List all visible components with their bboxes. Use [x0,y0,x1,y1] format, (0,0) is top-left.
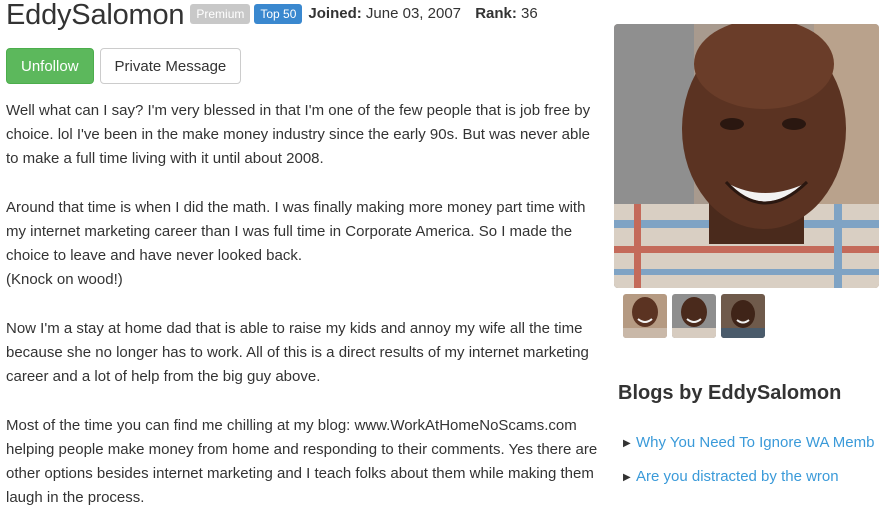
blog-list-item: ▶ Why You Need To Ignore WA Memb [623,431,879,456]
photo-thumbnail[interactable] [721,294,765,338]
top-rank-badge: Top 50 [254,4,303,24]
profile-bio: Well what can I say? I'm very blessed in… [6,99,606,510]
joined-info: Joined: June 03, 2007 Rank: 36 [308,5,537,22]
profile-username: EddySalomon [6,0,185,31]
rank-value: 36 [521,5,538,22]
blog-list: ▶ Why You Need To Ignore WA Memb ▶ Are y… [623,431,879,490]
blogs-heading: Blogs by EddySalomon [618,382,842,404]
caret-right-icon: ▶ [623,472,631,483]
joined-label: Joined: [308,5,362,22]
unfollow-button[interactable]: Unfollow [6,48,94,84]
photo-thumbnails [623,294,879,338]
thumbnail-image [721,294,765,338]
thumbnail-image [623,294,667,338]
bio-paragraph: Around that time is when I did the math.… [6,198,586,289]
private-message-button[interactable]: Private Message [99,48,242,84]
caret-right-icon: ▶ [623,438,631,449]
thumbnail-image [672,294,716,338]
rank-label: Rank: [475,5,517,22]
photo-thumbnail[interactable] [623,294,667,338]
profile-main: EddySalomon Premium Top 50 Joined: June … [6,0,606,514]
profile-actions: Unfollow Private Message [6,48,606,84]
blog-link[interactable]: Why You Need To Ignore WA Memb [636,431,874,456]
premium-badge: Premium [190,4,251,24]
bio-paragraph: Most of the time you can find me chillin… [6,416,598,507]
joined-date: June 03, 2007 [365,5,462,22]
profile-header: EddySalomon Premium Top 50 Joined: June … [6,0,606,34]
bio-paragraph: Now I'm a stay at home dad that is able … [6,319,589,386]
blog-link[interactable]: Are you distracted by the wron [636,465,839,490]
profile-photo-image [614,24,879,288]
blog-list-item: ▶ Are you distracted by the wron [623,465,879,490]
profile-photo [614,24,879,288]
bio-paragraph: Well what can I say? I'm very blessed in… [6,102,591,168]
photo-thumbnail[interactable] [672,294,716,338]
profile-sidebar: Blogs by EddySalomon ▶ Why You Need To I… [614,24,879,499]
